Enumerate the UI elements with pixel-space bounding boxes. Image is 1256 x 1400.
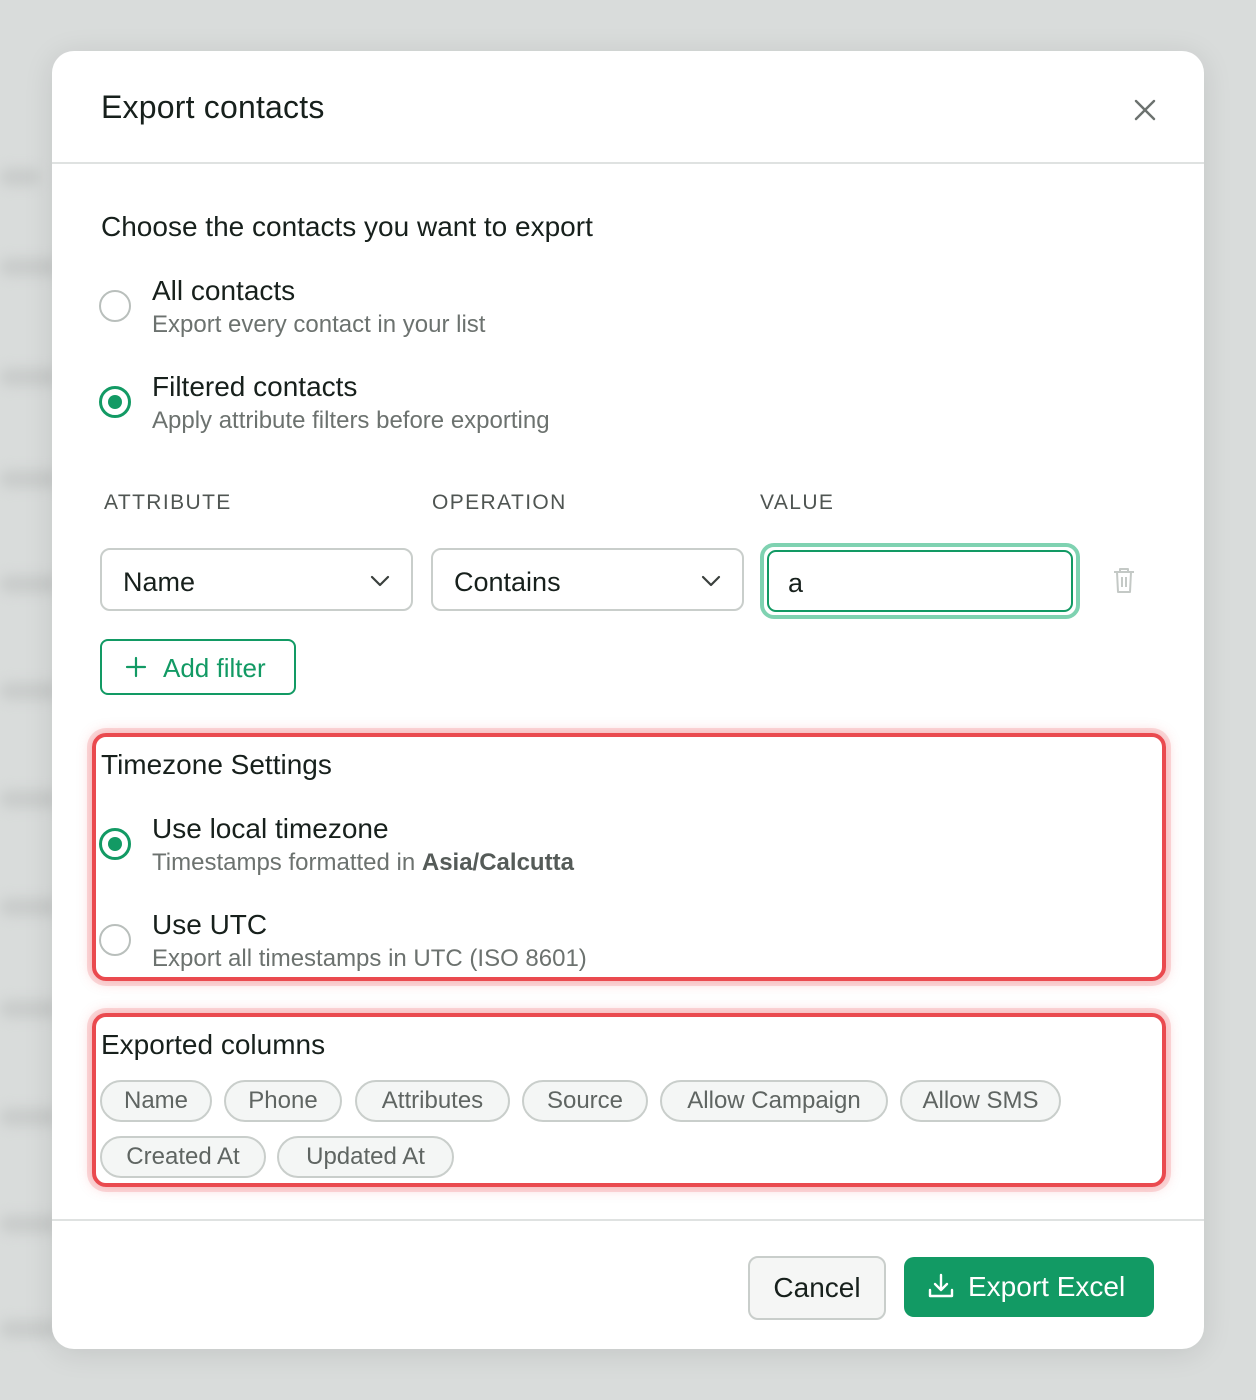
dialog-title: Export contacts [101,89,325,125]
dialog-header: Export contacts [52,51,1204,164]
radio-button-checked[interactable] [99,828,131,860]
timezone-desc-prefix: Timestamps formatted in [152,849,422,876]
background-blur [0,682,60,700]
column-chip-phone[interactable]: Phone [224,1080,342,1122]
column-chip-created-at[interactable]: Created At [100,1136,266,1178]
radio-label: Use local timezone [152,813,389,844]
radio-description: Apply attribute filters before exporting [152,407,550,434]
operation-column-header: OPERATION [432,491,567,514]
radio-label: Use UTC [152,909,268,940]
chevron-down-icon [370,575,390,587]
column-chip-allow-sms[interactable]: Allow SMS [900,1080,1061,1122]
export-excel-label: Export Excel [968,1271,1126,1302]
radio-button-checked[interactable] [99,386,131,418]
radio-button[interactable] [99,924,131,956]
background-blur [0,575,60,593]
radio-button[interactable] [99,290,131,322]
radio-filtered-contacts[interactable]: Filtered contacts Apply attribute filter… [99,371,999,441]
timezone-heading: Timezone Settings [101,749,332,780]
background-blur [0,790,60,808]
operation-select[interactable]: Contains [431,548,744,611]
background-blur [0,470,60,488]
operation-select-value: Contains [454,567,561,597]
attribute-column-header: ATTRIBUTE [104,491,232,514]
background-blur [0,1108,60,1126]
radio-utc[interactable]: Use UTC Export all timestamps in UTC (IS… [99,909,999,979]
value-input[interactable]: a [760,543,1080,619]
background-blur [0,1000,60,1018]
background-blur [0,168,40,186]
column-chip-name[interactable]: Name [100,1080,212,1122]
attribute-select[interactable]: Name [100,548,413,611]
download-icon [928,1273,954,1298]
columns-heading: Exported columns [101,1029,326,1060]
dialog-footer: Cancel Export Excel [52,1219,1204,1349]
background-blur [0,368,60,386]
plus-icon [125,656,147,678]
radio-description: Timestamps formatted in Asia/Calcutta [152,849,574,877]
timezone-name: Asia/Calcutta [421,849,574,876]
radio-label: All contacts [152,275,296,306]
scope-heading: Choose the contacts you want to export [101,211,593,242]
radio-label: Filtered contacts [152,371,358,402]
export-contacts-dialog: Export contacts Choose the contacts you … [52,51,1204,1349]
column-chip-source[interactable]: Source [522,1080,648,1122]
export-excel-button[interactable]: Export Excel [904,1257,1154,1317]
column-chip-updated-at[interactable]: Updated At [277,1136,454,1178]
close-button[interactable] [1130,95,1160,125]
background-blur [0,258,60,276]
radio-description: Export every contact in your list [152,311,486,338]
chevron-down-icon [701,575,721,587]
radio-local-timezone[interactable]: Use local timezone Timestamps formatted … [99,813,999,883]
add-filter-button[interactable]: Add filter [100,639,296,695]
attribute-select-value: Name [123,567,196,597]
background-blur [0,1320,60,1338]
value-input-field[interactable]: a [767,550,1073,612]
background-blur [0,1215,60,1233]
add-filter-label: Add filter [163,653,266,683]
value-column-header: VALUE [760,491,835,514]
close-icon[interactable] [1134,99,1156,121]
cancel-button[interactable]: Cancel [748,1256,886,1320]
value-input-text: a [788,568,804,598]
radio-all-contacts[interactable]: All contacts Export every contact in you… [99,275,999,345]
column-chip-allow-campaign[interactable]: Allow Campaign [660,1080,888,1122]
background-blur [0,898,60,916]
trash-icon[interactable] [1112,566,1136,594]
column-chip-attributes[interactable]: Attributes [355,1080,510,1122]
radio-description: Export all timestamps in UTC (ISO 8601) [152,945,587,972]
